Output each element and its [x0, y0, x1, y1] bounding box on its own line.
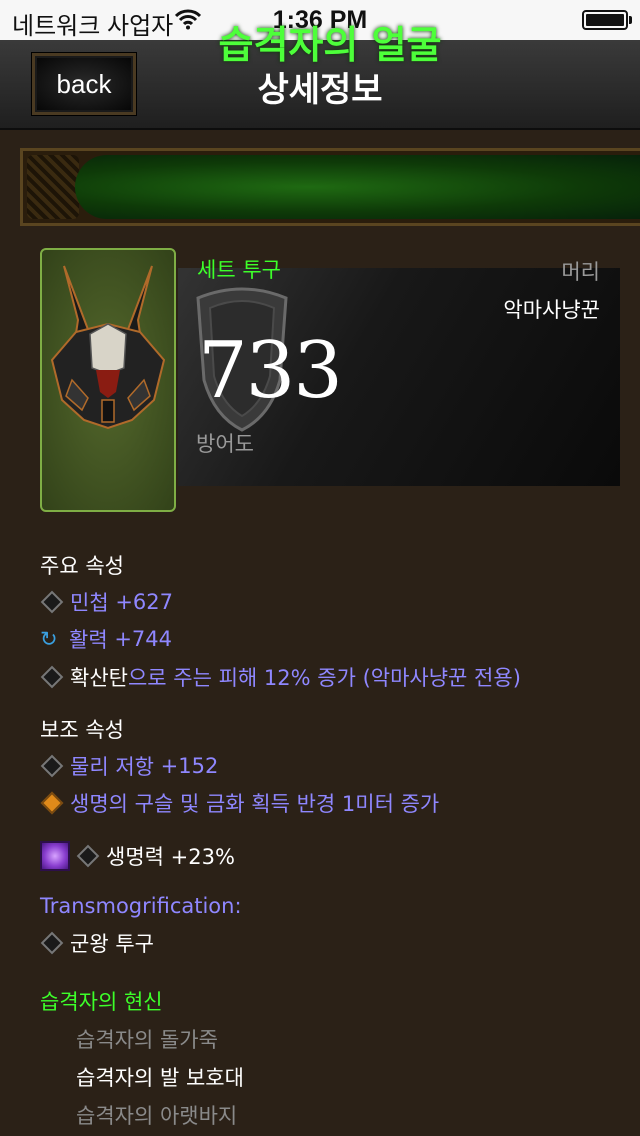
secondary-heading: 보조 속성: [40, 718, 124, 742]
armor-label: 방어도: [196, 432, 254, 456]
attr-row: 민첩 +627: [40, 588, 173, 616]
banner-background: [75, 155, 640, 219]
attr-row: 생명의 구슬 및 금화 획득 반경 1미터 증가: [40, 789, 439, 817]
helmet-icon: [50, 265, 166, 430]
item-class: 악마사냥꾼: [503, 298, 600, 322]
attr-value: +152: [160, 754, 219, 778]
gem-icon: [40, 590, 64, 614]
set-item: 습격자의 아랫바지: [76, 1104, 238, 1128]
armor-value: 733: [198, 326, 343, 416]
attr-name: 활력: [69, 628, 108, 652]
attr-row: 확산탄 으로 주는 피해 12% 증가 (악마사냥꾼 전용): [40, 663, 521, 691]
set-name: 습격자의 현신: [40, 990, 163, 1014]
gem-icon: [40, 665, 64, 689]
transmog-label: Transmogrification:: [40, 894, 242, 918]
attr-name: 민첩: [70, 591, 109, 615]
socket-text: 생명력 +23%: [106, 845, 235, 869]
attr-row: ↻ 활력 +744: [40, 625, 172, 653]
gem-icon: [76, 844, 100, 868]
primary-heading: 주요 속성: [40, 554, 124, 578]
attr-row: 물리 저항 +152: [40, 752, 218, 780]
attr-name: 물리 저항: [70, 755, 154, 779]
gem-icon: [40, 791, 64, 815]
gem-icon: [40, 931, 64, 955]
gem-icon: [40, 754, 64, 778]
set-item: 습격자의 돌가죽: [76, 1028, 218, 1052]
item-type: 세트 투구: [197, 258, 281, 282]
item-image: [40, 248, 176, 512]
amethyst-gem-icon: [40, 841, 70, 871]
page-title: 상세정보: [257, 70, 383, 110]
attr-value: +627: [115, 590, 174, 614]
attr-text: 으로 주는 피해 12% 증가 (악마사냥꾼 전용): [127, 666, 521, 690]
item-slot: 머리: [561, 260, 600, 284]
attr-text: 생명의 구슬 및 금화 획득 반경 1미터 증가: [70, 792, 440, 816]
banner-ornament: [27, 155, 79, 219]
item-name-banner: [20, 148, 640, 226]
socket-row: 생명력 +23%: [40, 840, 235, 872]
item-name: 습격자의 얼굴: [218, 23, 442, 67]
attr-value: +744: [114, 627, 173, 651]
skill-name: 확산탄: [70, 666, 128, 690]
transmog-row: 군왕 투구: [40, 929, 154, 957]
transmog-value: 군왕 투구: [70, 932, 154, 956]
set-item: 습격자의 발 보호대: [76, 1066, 244, 1090]
refresh-icon: ↻: [40, 627, 58, 651]
